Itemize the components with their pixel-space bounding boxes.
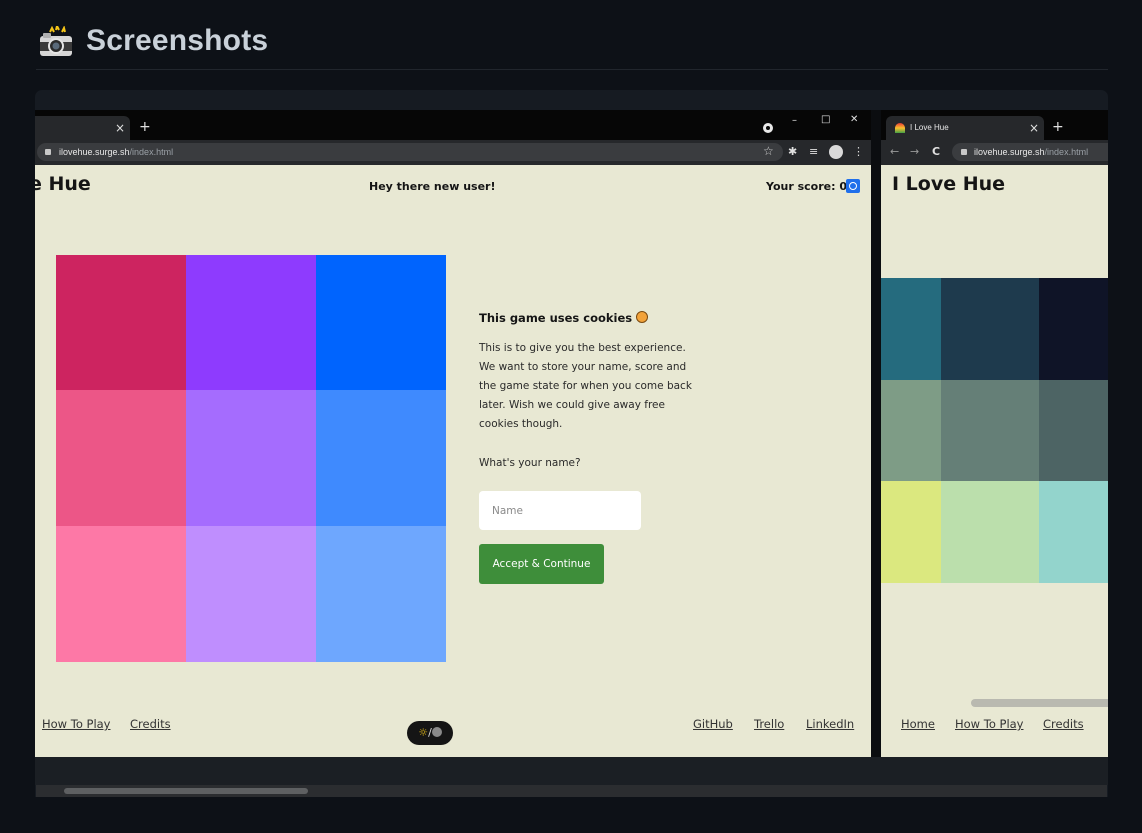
- color-tile[interactable]: [881, 481, 941, 584]
- window-close-button[interactable]: ✕: [850, 114, 858, 126]
- color-tile[interactable]: [1039, 379, 1108, 482]
- gallery-scrollbar-thumb[interactable]: [64, 788, 308, 794]
- browser-address-bar: ilovehue.surge.sh/index.html ☆ ✱ ≡ ⋮: [35, 140, 871, 165]
- modal-title-text: This game uses cookies: [479, 311, 633, 325]
- url-text[interactable]: ilovehue.surge.sh/index.html: [59, 147, 173, 157]
- star-icon[interactable]: ☆: [763, 145, 774, 157]
- close-tab-icon[interactable]: ×: [1029, 122, 1039, 134]
- url-text[interactable]: ilovehue.surge.sh/index.html: [974, 147, 1088, 157]
- color-tile[interactable]: [1039, 481, 1108, 584]
- color-tile[interactable]: [316, 255, 446, 391]
- gallery-scrollbar-track[interactable]: [36, 785, 1107, 797]
- app-brand[interactable]: e Hue: [35, 173, 91, 195]
- record-icon[interactable]: [763, 123, 773, 133]
- maximize-button[interactable]: □: [821, 114, 830, 126]
- footer-link-trello[interactable]: Trello: [754, 717, 784, 731]
- color-tile[interactable]: [881, 278, 941, 380]
- color-tile[interactable]: [56, 525, 186, 662]
- cookie-icon: [636, 311, 649, 323]
- search-icon: [849, 182, 857, 190]
- screenshot-gallery[interactable]: × + – □ ✕ ilovehue.surge.sh/index.html ☆…: [35, 90, 1108, 797]
- footer-link-linkedin[interactable]: LinkedIn: [806, 717, 854, 731]
- new-tab-button[interactable]: +: [1052, 120, 1064, 134]
- color-tile[interactable]: [56, 390, 186, 527]
- theme-toggle[interactable]: ☼/: [407, 721, 453, 745]
- score-badge[interactable]: [846, 179, 860, 193]
- modal-body-line: later. Wish we could give away free: [479, 399, 665, 411]
- tab-title: I Love Hue: [910, 123, 949, 132]
- url-path: /index.html: [129, 147, 174, 157]
- color-tile[interactable]: [881, 379, 941, 482]
- color-tile[interactable]: [941, 481, 1039, 584]
- app-page: e Hue Hey there new user! Your score: 0 …: [35, 165, 871, 757]
- lock-icon: [45, 149, 51, 155]
- greeting-text: Hey there new user!: [369, 180, 496, 193]
- modal-title: This game uses cookies: [479, 311, 649, 325]
- footer-link-home[interactable]: Home: [901, 717, 935, 731]
- url-host: ilovehue.surge.sh: [59, 147, 130, 157]
- modal-body: This is to give you the best experience.…: [479, 339, 739, 434]
- footer-link-github[interactable]: GitHub: [693, 717, 733, 731]
- lock-icon: [961, 149, 967, 155]
- close-tab-icon[interactable]: ×: [115, 122, 125, 134]
- new-tab-button[interactable]: +: [139, 120, 151, 134]
- color-tile[interactable]: [316, 525, 446, 662]
- screenshot-gap: [871, 110, 881, 757]
- color-tile[interactable]: [186, 390, 316, 527]
- browser-tab-bar: I Love Hue × +: [881, 110, 1108, 140]
- color-grid[interactable]: [881, 278, 1108, 584]
- cookie-modal: This game uses cookies This is to give y…: [479, 311, 739, 611]
- back-icon[interactable]: ←: [890, 146, 899, 158]
- gallery-bottom-strip: [35, 757, 1108, 785]
- footer-link-how-to-play[interactable]: How To Play: [955, 717, 1024, 731]
- color-tile[interactable]: [941, 379, 1039, 482]
- browser-address-bar: ← → C ilovehue.surge.sh/index.html: [881, 140, 1108, 165]
- accept-continue-button[interactable]: Accept & Continue: [479, 544, 604, 584]
- name-question: What's your name?: [479, 457, 581, 469]
- section-divider: [36, 69, 1108, 70]
- rainbow-icon: [895, 123, 905, 133]
- cookie-theme-icon: [431, 727, 442, 737]
- url-host: ilovehue.surge.sh: [974, 147, 1045, 157]
- menu-icon[interactable]: ⋮: [853, 146, 864, 158]
- color-tile[interactable]: [316, 390, 446, 527]
- sun-icon: ☼: [418, 726, 429, 739]
- score-label: Your score: 0: [766, 180, 847, 193]
- profile-icon[interactable]: [829, 145, 843, 159]
- footer-link-credits[interactable]: Credits: [1043, 717, 1084, 731]
- section-title: Screenshots: [86, 24, 269, 57]
- modal-body-line: We want to store your name, score and: [479, 361, 687, 373]
- footer-link-credits[interactable]: Credits: [130, 717, 171, 731]
- minimize-button[interactable]: –: [792, 115, 797, 127]
- color-grid[interactable]: [56, 255, 446, 662]
- screenshot-1[interactable]: × + – □ ✕ ilovehue.surge.sh/index.html ☆…: [35, 110, 871, 757]
- camera-icon: [38, 23, 74, 58]
- color-tile[interactable]: [186, 255, 316, 391]
- name-input[interactable]: [479, 491, 641, 530]
- modal-body-line: This is to give you the best experience.: [479, 342, 686, 354]
- modal-body-line: the game state for when you come back: [479, 380, 692, 392]
- footer-link-how-to-play[interactable]: How To Play: [42, 717, 111, 731]
- color-tile[interactable]: [941, 278, 1039, 380]
- modal-body-line: cookies though.: [479, 418, 563, 430]
- horizontal-scrollbar[interactable]: [971, 699, 1108, 707]
- reload-icon[interactable]: C: [932, 146, 940, 158]
- extensions-icon[interactable]: ✱: [788, 146, 797, 158]
- reading-list-icon[interactable]: ≡: [809, 146, 818, 158]
- url-path: /index.html: [1044, 147, 1089, 157]
- app-page: I Love Hue Home How To Play Credits: [881, 165, 1108, 757]
- color-tile[interactable]: [1039, 278, 1108, 380]
- browser-tab-bar: × + – □ ✕: [35, 110, 871, 140]
- forward-icon[interactable]: →: [910, 146, 919, 158]
- color-tile[interactable]: [56, 255, 186, 391]
- app-brand[interactable]: I Love Hue: [892, 173, 1005, 195]
- color-tile[interactable]: [186, 525, 316, 662]
- screenshot-2[interactable]: I Love Hue × + ← → C ilovehue.surge.sh/i…: [881, 110, 1108, 757]
